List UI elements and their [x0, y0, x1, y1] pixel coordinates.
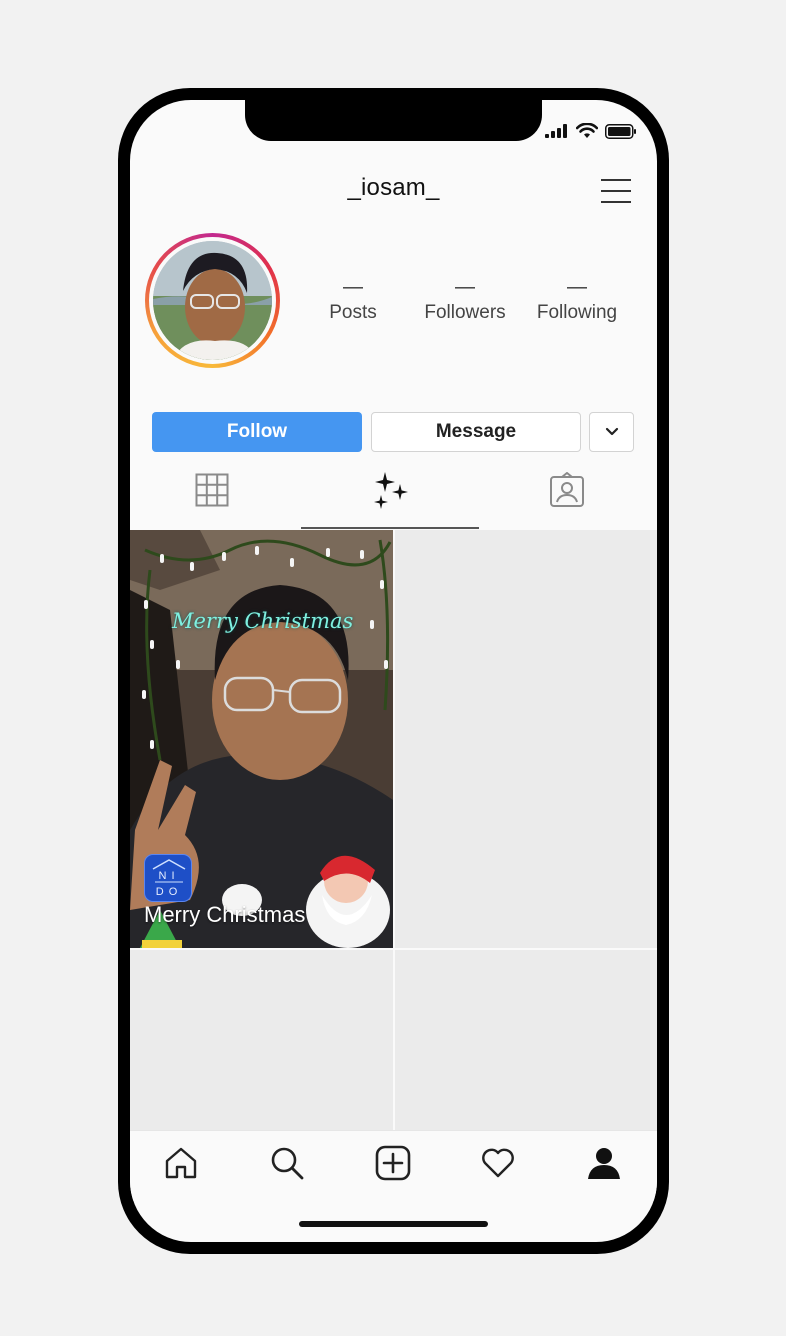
- stat-following[interactable]: — Following: [522, 276, 632, 324]
- post-overlay-text: Merry Christmas: [172, 609, 354, 633]
- chevron-down-icon: [605, 427, 618, 436]
- message-button[interactable]: Message: [371, 412, 581, 452]
- avatar-photo: [153, 241, 272, 360]
- status-bar: [545, 123, 637, 139]
- nav-activity[interactable]: [468, 1131, 528, 1195]
- svg-text:NI: NI: [159, 870, 180, 882]
- nav-search[interactable]: [257, 1131, 317, 1195]
- empty-post-tile: [395, 950, 657, 1132]
- followers-count: —: [455, 276, 475, 298]
- heart-icon: [482, 1148, 514, 1178]
- nav-home[interactable]: [151, 1131, 211, 1195]
- tab-effects[interactable]: [346, 462, 436, 518]
- tab-tagged[interactable]: [523, 462, 611, 518]
- following-count: —: [567, 276, 587, 298]
- wifi-icon: [576, 123, 598, 138]
- posts-label: Posts: [329, 302, 377, 323]
- menu-icon[interactable]: [601, 177, 633, 205]
- home-icon: [165, 1147, 197, 1179]
- screen: _iosam_ — Posts — Followers — Following …: [130, 100, 657, 1242]
- notch: [245, 100, 542, 141]
- grid-icon: [195, 473, 229, 507]
- avatar-story-ring[interactable]: [145, 233, 280, 368]
- profile-username: _iosam_: [347, 174, 440, 201]
- new-post-icon: [375, 1145, 411, 1181]
- followers-label: Followers: [424, 302, 506, 323]
- search-icon: [271, 1147, 304, 1180]
- tagged-icon: [550, 472, 584, 507]
- empty-post-tile: [395, 530, 657, 948]
- avatar: [153, 241, 272, 360]
- stat-followers[interactable]: — Followers: [410, 276, 520, 324]
- post-tile[interactable]: Merry Christmas NI DO Merry Christmas: [130, 530, 393, 948]
- phone-frame: _iosam_ — Posts — Followers — Following …: [118, 88, 669, 1254]
- posts-grid: Merry Christmas NI DO Merry Christmas: [130, 530, 657, 1132]
- empty-post-tile: [130, 950, 393, 1132]
- bottom-navigation: [130, 1130, 657, 1201]
- suggestions-dropdown-button[interactable]: [589, 412, 634, 452]
- svg-text:DO: DO: [156, 886, 183, 898]
- active-tab-indicator: [301, 527, 479, 529]
- follow-button[interactable]: Follow: [152, 412, 362, 452]
- sparkles-icon: [374, 472, 408, 509]
- profile-icon: [588, 1148, 620, 1179]
- cellular-signal-icon: [545, 124, 567, 138]
- following-label: Following: [536, 302, 618, 323]
- post-caption: Merry Christmas: [144, 902, 306, 927]
- posts-count: —: [343, 276, 363, 298]
- tab-posts-grid[interactable]: [168, 462, 256, 518]
- nido-badge: NI DO: [144, 854, 192, 902]
- battery-icon: [605, 123, 636, 139]
- nido-logo-icon: NI DO: [152, 859, 186, 898]
- nav-new-post[interactable]: [363, 1131, 423, 1195]
- profile-tabs: [130, 462, 657, 518]
- home-indicator[interactable]: [299, 1221, 488, 1227]
- nav-profile[interactable]: [574, 1131, 634, 1195]
- stat-posts[interactable]: — Posts: [298, 276, 408, 324]
